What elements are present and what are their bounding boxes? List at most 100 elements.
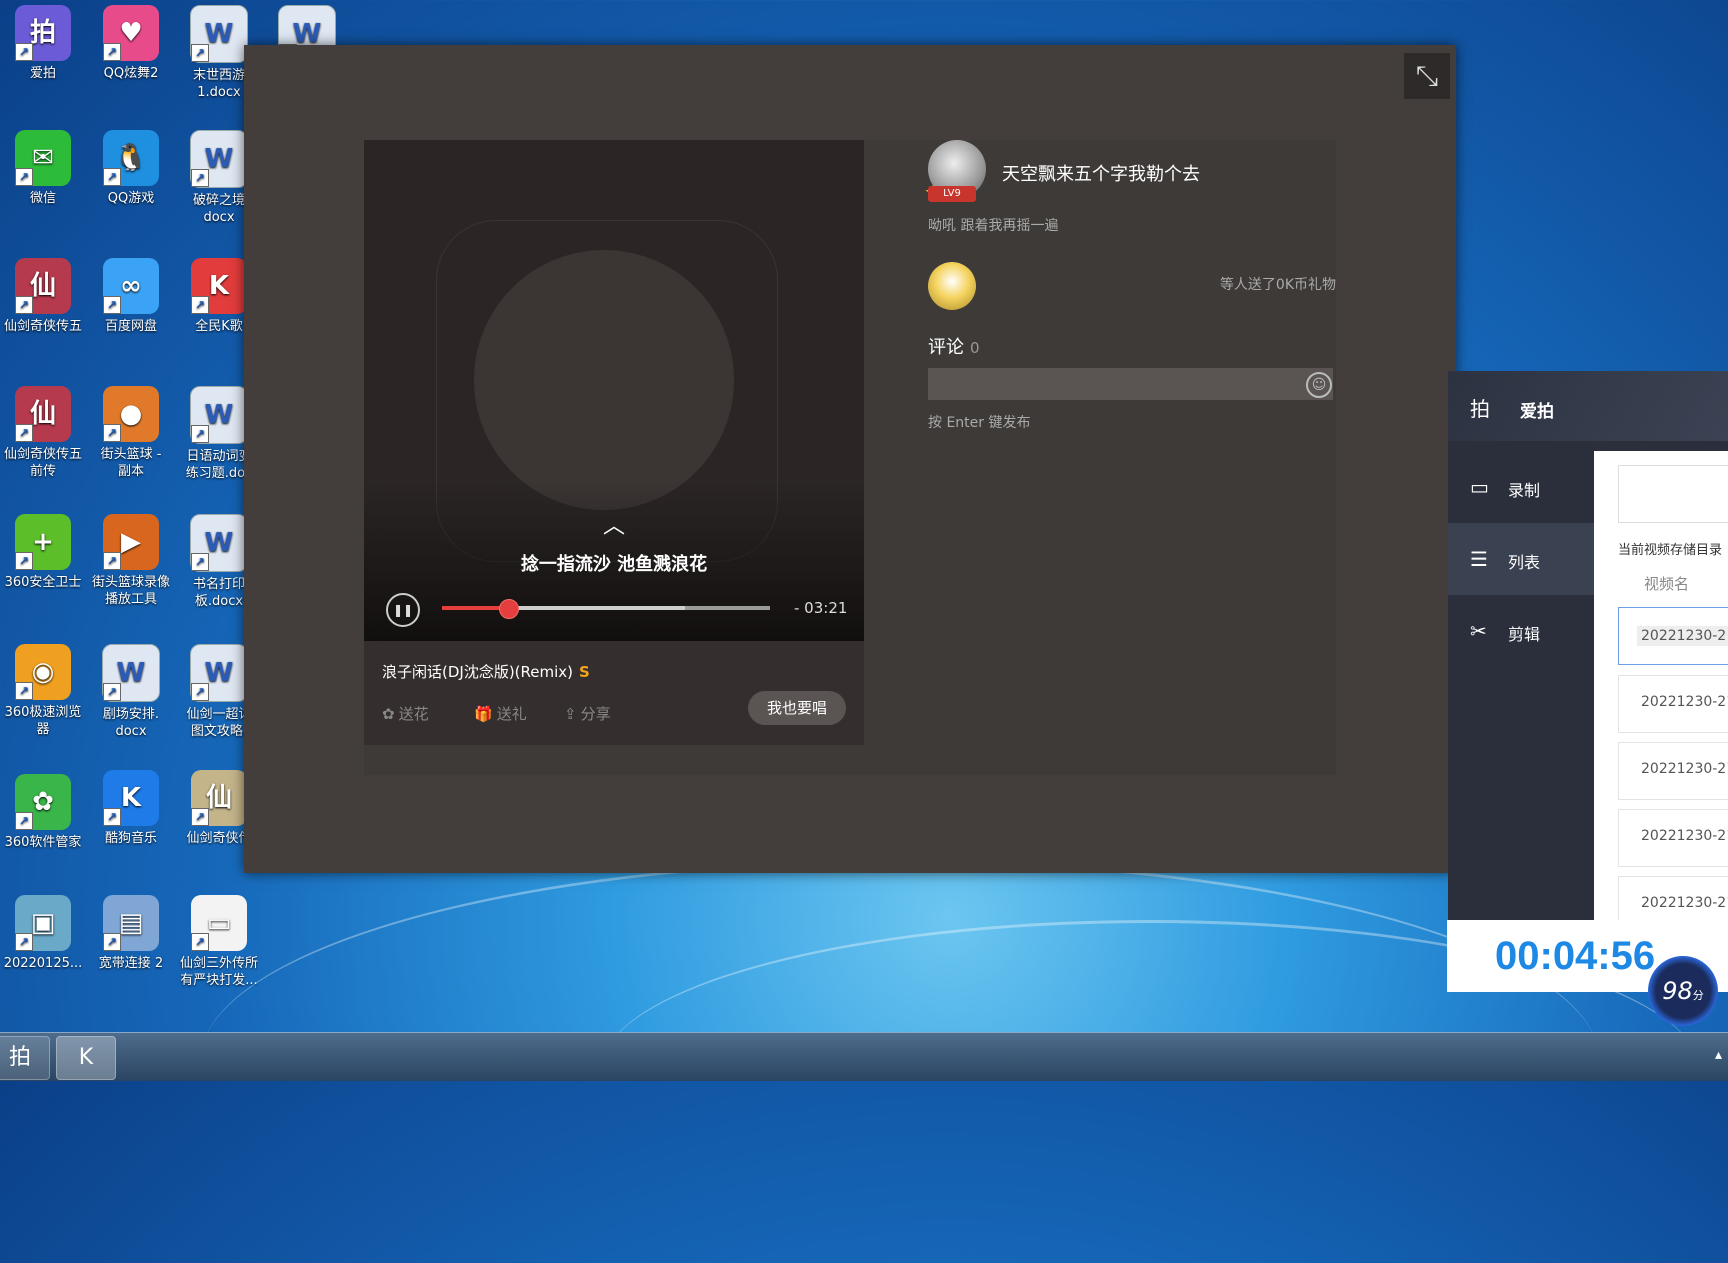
desktop-icon[interactable]: 拍 ↗ 爱拍: [0, 5, 86, 82]
video-row[interactable]: 20221230-2: [1618, 607, 1728, 665]
app-icon: ✉ ↗: [15, 130, 71, 186]
desktop-icon-label: 宽带连接 2: [98, 956, 164, 971]
desktop-icon[interactable]: W ↗ 剧场安排. docx: [88, 644, 174, 740]
send-gift-button[interactable]: 🎁 送礼: [474, 703, 527, 724]
shortcut-arrow-icon: ↗: [103, 683, 121, 701]
desktop-icon[interactable]: ◉ ↗ 360极速浏览器: [0, 644, 86, 738]
app-icon: ▤ ↗: [103, 895, 159, 951]
aipai-taskbar-button[interactable]: 拍: [0, 1036, 50, 1080]
song-title-text: 浪子闲话(DJ沈念版)(Remix): [382, 663, 574, 681]
comment-title: 评论: [928, 337, 964, 358]
shortcut-arrow-icon: ↗: [191, 44, 209, 62]
list-icon: ☰: [1470, 547, 1488, 571]
app-icon: W↗: [190, 386, 248, 444]
gift-icon: 🎁: [474, 705, 493, 723]
desktop-icon-label: QQ炫舞2: [103, 66, 159, 81]
desktop-icon[interactable]: 🐧 ↗ QQ游戏: [88, 130, 174, 207]
minimize-icon[interactable]: ⤡: [1404, 53, 1450, 99]
quanmin-k-taskbar-button[interactable]: K: [56, 1036, 116, 1080]
shortcut-arrow-icon: ↗: [191, 553, 209, 571]
shortcut-arrow-icon: ↗: [191, 933, 209, 951]
desktop-icon-label: 微信: [29, 191, 56, 206]
app-icon: ✿ ↗: [15, 774, 71, 830]
chevron-up-icon[interactable]: ︿: [364, 508, 864, 540]
score-unit: 分: [1692, 989, 1704, 1002]
desktop-icon-label: 爱拍: [29, 66, 56, 81]
level-badge: LV9: [928, 186, 976, 202]
desktop-icon-label: 360极速浏览器: [4, 705, 82, 737]
desktop-icon[interactable]: ▣ ↗ 20220125...: [0, 895, 86, 972]
app-icon: ▶ ↗: [103, 514, 159, 570]
shortcut-arrow-icon: ↗: [103, 296, 121, 314]
app-icon: ● ↗: [103, 386, 159, 442]
shortcut-arrow-icon: ↗: [15, 296, 33, 314]
desktop-icon[interactable]: K ↗ 酷狗音乐: [88, 770, 174, 847]
song-info-bar: 浪子闲话(DJ沈念版)(Remix) S ✿ 送花 🎁 送礼 ⇪ 分享 我也要唱: [364, 641, 864, 745]
scissors-icon: ✂: [1470, 619, 1487, 643]
shortcut-arrow-icon: ↗: [191, 169, 209, 187]
desktop-icon-label: 剧场安排. docx: [102, 707, 160, 739]
desktop-icon-label: 360安全卫士: [4, 575, 82, 590]
aipai-logo-icon: 拍: [1470, 397, 1490, 421]
desktop-icon-label: QQ游戏: [107, 191, 155, 206]
app-icon: 🐧 ↗: [103, 130, 159, 186]
emoji-icon[interactable]: ☺: [1306, 372, 1332, 398]
nav-record[interactable]: ▭ 录制: [1448, 451, 1594, 523]
comment-header: 评论 0: [928, 333, 980, 359]
vip-badge: S: [579, 663, 590, 681]
share-button[interactable]: ⇪ 分享: [564, 703, 611, 724]
shortcut-arrow-icon: ↗: [191, 296, 209, 314]
aipai-title: 爱拍: [1520, 402, 1554, 422]
send-flower-label: 送花: [398, 705, 429, 723]
sing-too-button[interactable]: 我也要唱: [748, 691, 846, 725]
user-name[interactable]: 天空飘来五个字我勒个去: [1002, 160, 1200, 186]
nav-edit[interactable]: ✂ 剪辑: [1448, 595, 1594, 667]
shortcut-arrow-icon: ↗: [15, 812, 33, 830]
pause-icon[interactable]: ❚❚: [386, 593, 420, 627]
app-icon: ▣ ↗: [15, 895, 71, 951]
video-row[interactable]: 20221230-21: [1618, 809, 1728, 867]
shortcut-arrow-icon: ↗: [103, 933, 121, 951]
nav-list-label: 列表: [1508, 553, 1541, 572]
desktop-icon[interactable]: ✿ ↗ 360软件管家: [0, 774, 86, 851]
desktop-icon[interactable]: ▶ ↗ 街头篮球录像 播放工具: [88, 514, 174, 608]
video-name: 20221230-21: [1641, 895, 1728, 911]
desktop-icon[interactable]: ∞ ↗ 百度网盘: [88, 258, 174, 335]
desktop-icon[interactable]: ● ↗ 街头篮球 - 副本: [88, 386, 174, 480]
score-badge[interactable]: 98分: [1648, 956, 1718, 1026]
app-icon: 拍 ↗: [15, 5, 71, 61]
desktop-icon[interactable]: 仙 ↗ 仙剑奇侠传五: [0, 258, 86, 335]
tray-expand-icon[interactable]: ▴: [1715, 1047, 1722, 1063]
shortcut-arrow-icon: ↗: [15, 933, 33, 951]
send-flower-button[interactable]: ✿ 送花: [382, 703, 429, 724]
video-area[interactable]: ︿ 捻一指流沙 池鱼溅浪花 ❚❚ - 03:21: [364, 140, 864, 641]
app-icon: ▭ ↗: [191, 895, 247, 951]
desktop-icon-label: 酷狗音乐: [104, 831, 157, 846]
app-logo-circle: [474, 250, 734, 510]
desktop-icon-label: 百度网盘: [104, 319, 157, 334]
desktop-icon[interactable]: ▤ ↗ 宽带连接 2: [88, 895, 174, 972]
desktop-icon[interactable]: ♥ ↗ QQ炫舞2: [88, 5, 174, 82]
app-icon: 仙 ↗: [191, 770, 247, 826]
quanmin-k-taskbar-icon: K: [78, 1045, 94, 1070]
app-icon: 仙 ↗: [15, 386, 71, 442]
desktop-icon-label: 仙剑奇侠传五: [3, 319, 82, 334]
desktop-icon[interactable]: ▭ ↗ 仙剑三外传所 有严块打发...: [176, 895, 262, 989]
desktop-icon[interactable]: ✉ ↗ 微信: [0, 130, 86, 207]
aipai-search-box[interactable]: [1618, 465, 1728, 523]
progress-knob[interactable]: [498, 599, 519, 619]
desktop-icon-label: 20220125...: [3, 956, 83, 971]
nav-list[interactable]: ☰ 列表: [1448, 523, 1594, 595]
desktop-icon[interactable]: + ↗ 360安全卫士: [0, 514, 86, 591]
gift-user-avatar[interactable]: [928, 262, 976, 310]
video-row[interactable]: 20221230-21: [1618, 742, 1728, 800]
time-remaining: - 03:21: [794, 599, 848, 617]
progress-bar[interactable]: [442, 599, 770, 619]
comment-input[interactable]: [928, 368, 1333, 400]
taskbar: 拍 K ▴: [0, 1032, 1728, 1081]
shortcut-arrow-icon: ↗: [103, 43, 121, 61]
video-row[interactable]: 20221230-21: [1618, 675, 1728, 733]
desktop-icon[interactable]: 仙 ↗ 仙剑奇侠传五 前传: [0, 386, 86, 480]
app-icon: K ↗: [191, 258, 247, 314]
gift-summary: 等人送了0K币礼物: [1219, 277, 1336, 293]
